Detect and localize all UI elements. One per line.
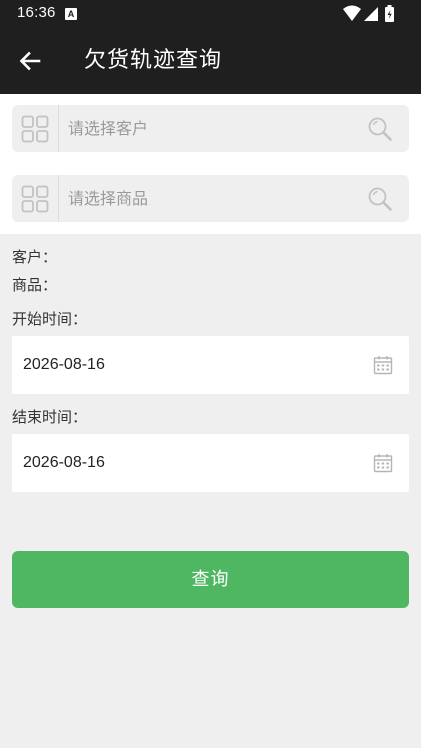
search-divider <box>58 105 59 152</box>
start-date-value: 2026-08-16 <box>23 356 105 373</box>
status-bar: 16:36 A <box>0 0 421 28</box>
battery-icon <box>385 5 394 22</box>
grid-icon <box>21 185 49 213</box>
notification-a-icon: A <box>65 8 77 20</box>
goods-search-placeholder: 请选择商品 <box>68 189 149 208</box>
goods-label: 商品： <box>12 276 58 294</box>
status-time: 16:36 <box>17 4 56 21</box>
search-panel: 请选择客户 请选择商品 <box>0 94 421 234</box>
search-icon[interactable] <box>367 116 393 142</box>
customer-label: 客户： <box>12 248 58 266</box>
start-date-field[interactable]: 2026-08-16 <box>12 336 409 394</box>
page-title: 欠货轨迹查询 <box>84 48 223 73</box>
back-arrow-icon[interactable] <box>12 43 48 79</box>
grid-icon <box>21 115 49 143</box>
customer-search-field[interactable]: 请选择客户 <box>12 105 409 152</box>
end-date-value: 2026-08-16 <box>23 454 105 471</box>
calendar-icon[interactable] <box>373 453 393 473</box>
end-time-label: 结束时间： <box>12 408 88 426</box>
start-time-label: 开始时间： <box>12 310 88 328</box>
app-bar: 欠货轨迹查询 <box>0 28 421 94</box>
search-divider <box>58 175 59 222</box>
customer-search-placeholder: 请选择客户 <box>68 119 149 138</box>
status-icons <box>343 5 394 22</box>
signal-icon <box>364 7 378 21</box>
query-button[interactable]: 查询 <box>12 551 409 608</box>
search-icon[interactable] <box>367 186 393 212</box>
calendar-icon[interactable] <box>373 355 393 375</box>
end-date-field[interactable]: 2026-08-16 <box>12 434 409 492</box>
wifi-icon <box>343 5 361 21</box>
goods-search-field[interactable]: 请选择商品 <box>12 175 409 222</box>
